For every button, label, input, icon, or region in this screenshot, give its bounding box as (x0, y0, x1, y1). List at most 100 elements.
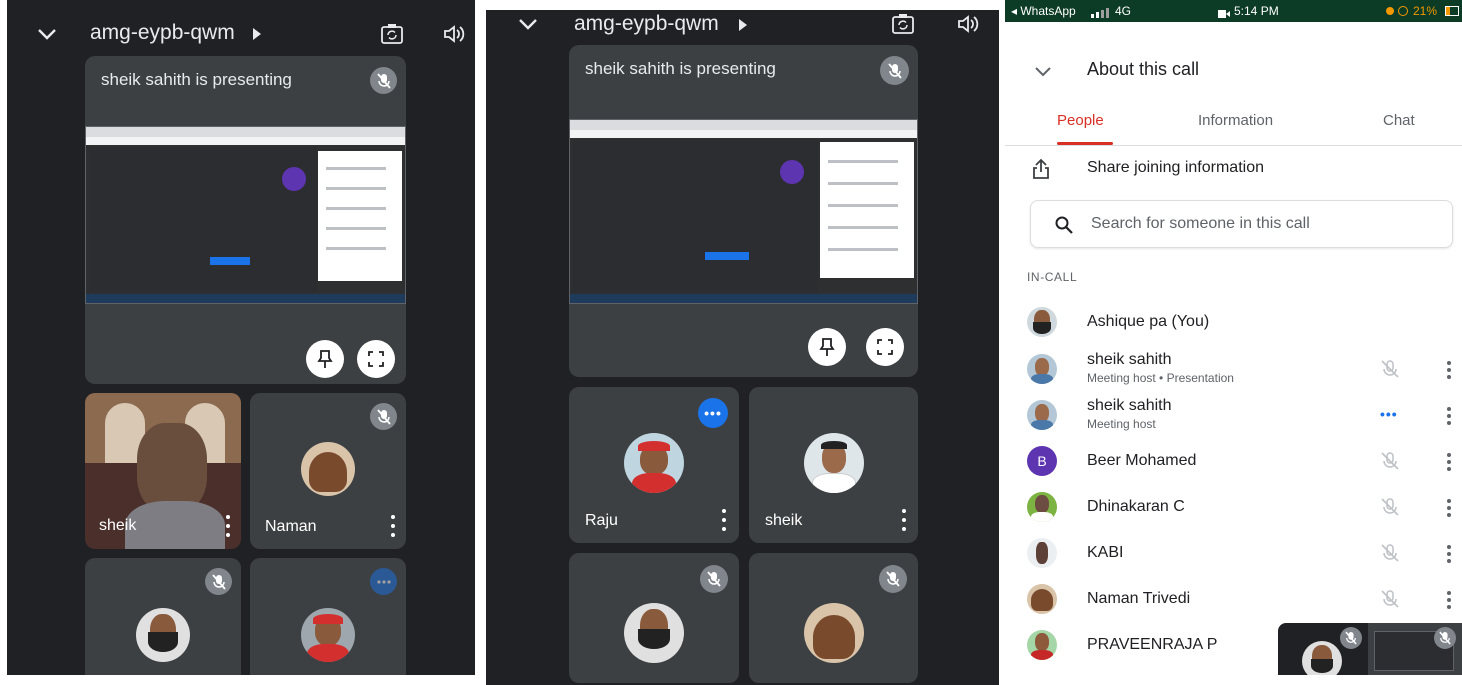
avatar (1027, 492, 1057, 522)
caret-right-icon[interactable] (251, 27, 263, 41)
participant-tile-video[interactable]: sheik (85, 393, 241, 549)
more-options-icon[interactable] (1447, 545, 1451, 563)
participant-tile[interactable] (250, 558, 406, 675)
speaking-indicator-icon: ••• (698, 398, 728, 428)
participant-name: sheik (765, 512, 803, 529)
meeting-code[interactable]: amg-eypb-qwm (90, 21, 235, 45)
participant-name: Naman Trivedi (1087, 590, 1191, 607)
tab-people[interactable]: People (1057, 112, 1104, 129)
list-item[interactable]: Ashique pa (You) (1005, 300, 1462, 346)
people-search[interactable]: Search for someone in this call (1030, 200, 1453, 248)
mic-off-icon (1380, 589, 1400, 609)
more-options-icon[interactable] (390, 515, 396, 537)
mic-off-icon (205, 568, 232, 595)
battery-percent: 21% (1413, 4, 1438, 18)
participant-name: sheik sahith (1087, 397, 1172, 414)
network-type: 4G (1115, 4, 1132, 18)
shared-screen (85, 126, 406, 304)
back-to-app[interactable]: ◂ WhatsApp (1011, 4, 1076, 18)
avatar (624, 603, 684, 663)
avatar (1027, 630, 1057, 660)
avatar (1027, 307, 1057, 337)
list-item[interactable]: Naman Trivedi (1005, 577, 1462, 623)
more-options-icon[interactable] (225, 515, 231, 537)
participant-name: sheik sahith (1087, 351, 1172, 368)
mic-off-icon (700, 565, 728, 593)
more-options-icon[interactable] (1447, 361, 1451, 379)
participant-tile[interactable] (749, 553, 918, 683)
participant-name: Naman (265, 518, 317, 535)
chevron-down-icon[interactable] (1031, 61, 1055, 81)
caret-right-icon[interactable] (737, 18, 749, 32)
participant-name: Beer Mohamed (1087, 452, 1197, 469)
avatar (136, 608, 190, 662)
participant-tile[interactable]: ••• Raju (569, 387, 739, 543)
tab-chat[interactable]: Chat (1383, 112, 1415, 129)
shared-screen (569, 119, 918, 304)
meeting-code[interactable]: amg-eypb-qwm (574, 12, 719, 36)
tab-information[interactable]: Information (1198, 112, 1273, 129)
avatar (301, 608, 355, 662)
participant-role: Meeting host (1087, 417, 1156, 431)
avatar (624, 433, 684, 493)
participant-name: PRAVEENRAJA P (1087, 636, 1218, 653)
avatar (301, 442, 355, 496)
pin-icon[interactable] (808, 328, 846, 366)
call-details-screen: ◂ WhatsApp 4G 5:14 PM 21% About this cal… (1005, 0, 1462, 675)
participant-tile[interactable]: Naman (250, 393, 406, 549)
switch-camera-icon[interactable] (379, 21, 405, 47)
more-options-icon[interactable] (1447, 453, 1451, 471)
tab-bar: People Information Chat (1005, 104, 1462, 146)
status-bar: ◂ WhatsApp 4G 5:14 PM 21% (1005, 0, 1462, 22)
more-options-icon[interactable] (1447, 407, 1451, 425)
video-icon (1218, 7, 1230, 18)
participant-role: Meeting host • Presentation (1087, 371, 1234, 385)
share-joining-row[interactable]: Share joining information (1005, 150, 1462, 190)
avatar (1027, 354, 1057, 384)
chevron-down-icon[interactable] (35, 22, 59, 46)
mic-off-icon (370, 403, 397, 430)
self-view-pip[interactable] (1278, 623, 1462, 675)
list-item[interactable]: B Beer Mohamed (1005, 439, 1462, 485)
mic-off-icon (1380, 359, 1400, 379)
orientation-lock-icon (1398, 6, 1408, 16)
pin-icon[interactable] (306, 340, 344, 378)
list-item[interactable]: sheik sahith Meeting host • Presentation (1005, 347, 1462, 393)
participant-tile[interactable]: sheik (749, 387, 918, 543)
participant-name: sheik (99, 517, 137, 534)
search-input[interactable]: Search for someone in this call (1091, 215, 1310, 233)
fullscreen-icon[interactable] (357, 340, 395, 378)
mic-off-icon (1380, 451, 1400, 471)
more-options-icon[interactable] (721, 509, 727, 531)
avatar (1027, 584, 1057, 614)
participant-tile[interactable] (569, 553, 739, 683)
avatar (1302, 641, 1342, 675)
share-icon (1030, 158, 1052, 180)
more-options-icon[interactable] (901, 509, 907, 531)
participant-name: Ashique pa (You) (1087, 313, 1210, 330)
meet-screen-left: amg-eypb-qwm sheik sahith is presenting (7, 0, 475, 675)
participant-name: Dhinakaran C (1087, 498, 1185, 515)
mic-off-icon (370, 67, 397, 94)
more-options-icon[interactable] (1447, 591, 1451, 609)
avatar (804, 603, 864, 663)
chevron-down-icon[interactable] (516, 12, 540, 36)
share-label: Share joining information (1087, 159, 1264, 176)
avatar: B (1027, 446, 1057, 476)
participant-tile[interactable] (85, 558, 241, 675)
mic-off-icon (1380, 543, 1400, 563)
mic-off-icon (1380, 497, 1400, 517)
mic-off-icon (880, 56, 909, 85)
speaker-icon[interactable] (955, 11, 981, 37)
presentation-tile[interactable]: sheik sahith is presenting (85, 56, 406, 384)
more-options-icon[interactable] (1447, 499, 1451, 517)
list-item[interactable]: KABI (1005, 531, 1462, 577)
speaker-icon[interactable] (441, 21, 467, 47)
list-item[interactable]: sheik sahith Meeting host ••• (1005, 393, 1462, 439)
list-item[interactable]: Dhinakaran C (1005, 485, 1462, 531)
presentation-tile[interactable]: sheik sahith is presenting (569, 45, 918, 377)
about-call-sheet: About this call People Information Chat … (1005, 42, 1462, 675)
fullscreen-icon[interactable] (866, 328, 904, 366)
switch-camera-icon[interactable] (890, 11, 916, 37)
active-tab-indicator (1057, 142, 1113, 145)
